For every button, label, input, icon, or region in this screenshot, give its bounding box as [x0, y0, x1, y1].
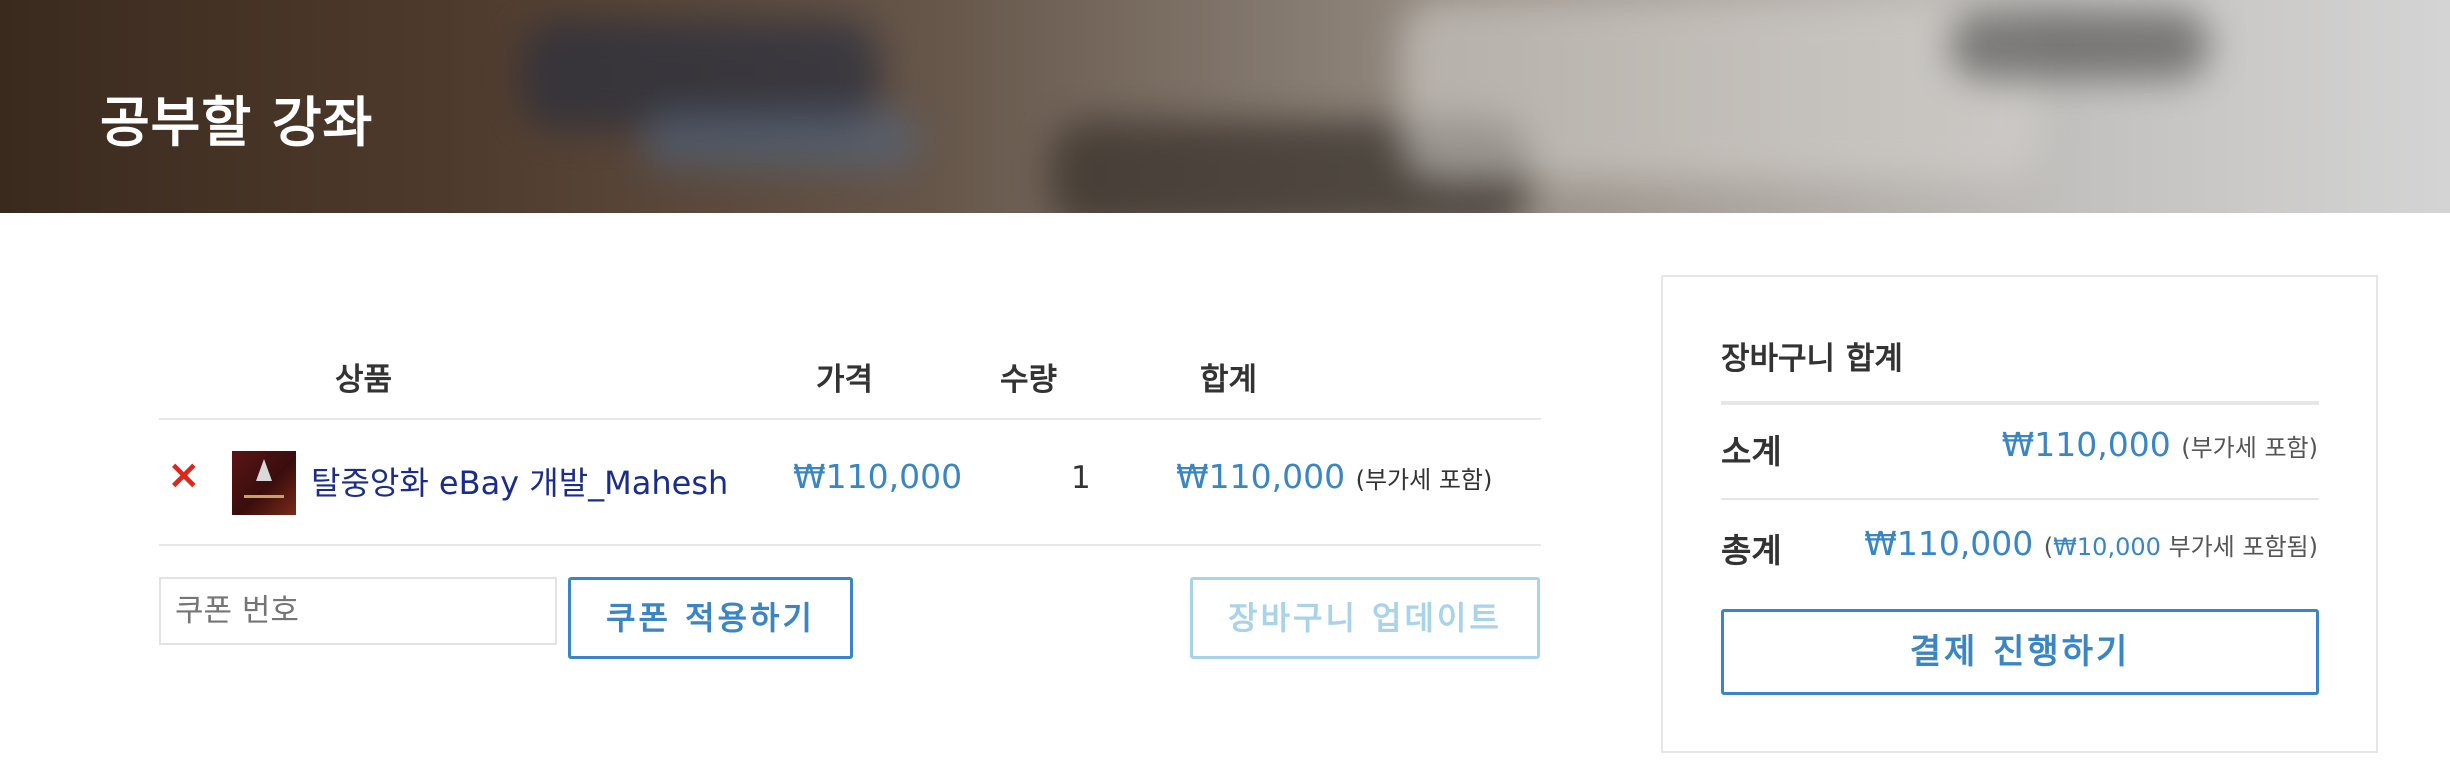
- product-thumbnail[interactable]: [232, 451, 296, 515]
- subtotal-tax-note: (부가세 포함): [1355, 466, 1493, 494]
- coupon-code-input[interactable]: [159, 577, 557, 645]
- total-tax-note: (₩10,000 부가세 포함됨): [2043, 533, 2318, 561]
- subtotal-amount: ₩110,000: [1176, 457, 1346, 496]
- total-value: ₩110,000 (₩10,000 부가세 포함됨): [1864, 524, 2318, 563]
- cart-totals-title: 장바구니 합계: [1721, 341, 1903, 377]
- header-price: 가격: [816, 362, 874, 398]
- product-quantity[interactable]: 1: [1071, 460, 1091, 496]
- product-subtotal: ₩110,000 (부가세 포함): [1176, 457, 1492, 496]
- page-header-banner: 공부할 강좌: [0, 0, 2450, 213]
- subtotal-label: 소계: [1721, 432, 1782, 471]
- divider: [159, 544, 1541, 546]
- header-subtotal: 합계: [1200, 362, 1258, 398]
- divider: [159, 418, 1541, 420]
- product-price: ₩110,000: [793, 457, 963, 496]
- update-cart-button[interactable]: 장바구니 업데이트: [1190, 577, 1540, 659]
- proceed-to-checkout-button[interactable]: 결제 진행하기: [1721, 609, 2319, 695]
- header-product: 상품: [335, 362, 393, 398]
- cart-totals-panel: 장바구니 합계 소계 ₩110,000 (부가세 포함) 총계 ₩110,000…: [1661, 275, 2378, 753]
- page-title: 공부할 강좌: [100, 91, 374, 154]
- total-tax-amount: ₩10,000: [2053, 533, 2161, 561]
- total-amount: ₩110,000: [1864, 524, 2034, 563]
- close-icon[interactable]: ×: [167, 455, 201, 495]
- divider: [1721, 401, 2319, 405]
- subtotal-tax-note: (부가세 포함): [2181, 434, 2318, 462]
- apply-coupon-button[interactable]: 쿠폰 적용하기: [568, 577, 853, 659]
- subtotal-value: ₩110,000 (부가세 포함): [2002, 425, 2318, 464]
- subtotal-amount: ₩110,000: [2001, 425, 2171, 464]
- header-quantity: 수량: [1000, 362, 1058, 398]
- product-name-link[interactable]: 탈중앙화 eBay 개발_Mahesh: [311, 458, 728, 504]
- divider: [1721, 498, 2319, 500]
- total-label: 총계: [1721, 531, 1782, 570]
- ethereum-icon: [256, 459, 272, 481]
